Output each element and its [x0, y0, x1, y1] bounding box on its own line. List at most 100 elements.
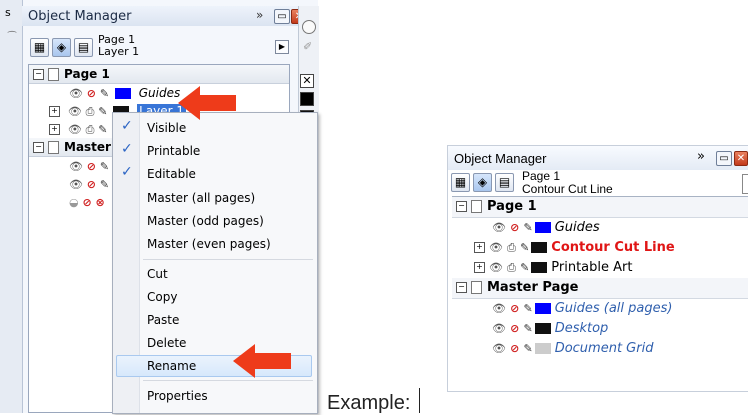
menu-item-master-odd[interactable]: Master (odd pages): [147, 214, 264, 228]
no-color-swatch[interactable]: ✕: [300, 74, 314, 88]
pencil-icon[interactable]: ✎: [523, 342, 532, 355]
menu-item-rename[interactable]: Rename: [147, 359, 196, 373]
menu-item-printable[interactable]: Printable: [147, 144, 200, 158]
eye-icon[interactable]: 👁: [69, 160, 83, 173]
black-swatch[interactable]: [300, 92, 314, 106]
menu-item-master-all[interactable]: Master (all pages): [147, 191, 255, 205]
layer-color-swatch[interactable]: [534, 323, 551, 334]
eye-icon[interactable]: 👁: [69, 178, 83, 191]
layer-row[interactable]: 👁 ⊘ ✎ Guides: [29, 84, 289, 102]
collapse-toggle-icon[interactable]: −: [456, 282, 467, 293]
pencil-icon[interactable]: ✎: [98, 123, 107, 136]
layer-manager-view-icon[interactable]: ▦: [451, 173, 470, 192]
eye-icon[interactable]: 👁: [492, 322, 506, 335]
printer-icon[interactable]: ⎙: [86, 123, 95, 136]
eye-icon[interactable]: 👁: [68, 105, 82, 118]
layer-row[interactable]: 👁 ⊘ ✎ Desktop: [452, 319, 748, 339]
layer-row[interactable]: + 👁 ⎙ ✎ Printable Art: [452, 258, 748, 278]
panel-titlebar: Object Manager » ▭ ✕: [22, 6, 307, 26]
layer-label: Guides (all pages): [554, 301, 673, 316]
printer-icon[interactable]: ⎙: [507, 261, 516, 274]
expand-toggle-icon[interactable]: +: [49, 106, 60, 117]
menu-item-paste[interactable]: Paste: [147, 313, 179, 327]
red-arrow-icon: [233, 344, 291, 378]
eye-icon[interactable]: 👁: [492, 342, 506, 355]
page-icon: [471, 200, 482, 213]
expand-chevron-icon[interactable]: »: [697, 149, 705, 164]
page-icon: [48, 68, 59, 81]
menu-item-master-even[interactable]: Master (even pages): [147, 237, 271, 251]
layer-color-swatch[interactable]: [114, 88, 131, 99]
expand-toggle-icon[interactable]: +: [474, 242, 485, 253]
pencil-icon[interactable]: ✎: [520, 261, 529, 274]
pencil-icon[interactable]: ✎: [520, 241, 529, 254]
no-print-icon[interactable]: ⊘: [87, 160, 96, 173]
pen-tool-icon[interactable]: ✐: [303, 40, 312, 53]
layer-row[interactable]: + 👁 ⎙ ✎ Contour Cut Line: [452, 238, 748, 258]
pencil-icon[interactable]: ✎: [98, 105, 107, 118]
close-button[interactable]: ✕: [734, 151, 748, 166]
expand-toggle-icon[interactable]: +: [49, 124, 60, 135]
no-print-icon[interactable]: ⊘: [510, 221, 519, 234]
example-layer-tree: − Page 1 👁 ⊘ ✎ Guides + 👁 ⎙ ✎ Contour Cut Line…: [452, 196, 748, 387]
menu-item-editable[interactable]: Editable: [147, 167, 196, 181]
collapse-toggle-icon[interactable]: −: [33, 142, 44, 153]
pencil-icon[interactable]: ✎: [100, 178, 109, 191]
pencil-icon[interactable]: ✎: [100, 87, 109, 100]
layer-color-swatch[interactable]: [531, 262, 548, 273]
minimize-button[interactable]: ▭: [716, 151, 732, 166]
minimize-button[interactable]: ▭: [274, 9, 290, 24]
layer-color-swatch[interactable]: [534, 303, 551, 314]
eye-icon[interactable]: 👁: [492, 221, 506, 234]
collapse-toggle-icon[interactable]: −: [456, 201, 467, 212]
eye-icon[interactable]: 👁: [69, 87, 83, 100]
group-label: Page 1: [64, 67, 110, 81]
pencil-icon[interactable]: ✎: [100, 160, 109, 173]
page-nav-arrow-icon[interactable]: ▶: [275, 40, 289, 54]
eye-icon[interactable]: 👁: [492, 302, 506, 315]
no-print-icon[interactable]: ⊘: [87, 87, 96, 100]
menu-item-copy[interactable]: Copy: [147, 290, 177, 304]
current-layer-label: Layer 1: [98, 45, 140, 58]
edit-across-layers-icon[interactable]: ◈: [473, 173, 492, 192]
pencil-icon[interactable]: ✎: [523, 221, 532, 234]
hidden-eye-icon[interactable]: ◒: [69, 196, 79, 209]
menu-item-delete[interactable]: Delete: [147, 336, 186, 350]
menu-item-properties[interactable]: Properties: [147, 389, 208, 403]
group-row-page1[interactable]: − Page 1: [29, 65, 289, 84]
layer-row[interactable]: 👁 ⊘ ✎ Guides (all pages): [452, 299, 748, 319]
group-row[interactable]: − Master Page: [452, 278, 748, 299]
edit-across-layers-icon[interactable]: ◈: [52, 38, 71, 57]
layer-manager-view-icon[interactable]: ▦: [30, 38, 49, 57]
pencil-icon[interactable]: ✎: [523, 322, 532, 335]
scroll-circle-icon[interactable]: [302, 20, 316, 34]
eye-icon[interactable]: 👁: [68, 123, 82, 136]
no-print-icon[interactable]: ⊘: [510, 322, 519, 335]
collapse-toggle-icon[interactable]: −: [33, 69, 44, 80]
menu-item-cut[interactable]: Cut: [147, 267, 168, 281]
layer-color-swatch[interactable]: [534, 222, 551, 233]
menu-item-visible[interactable]: Visible: [147, 121, 186, 135]
layer-row[interactable]: 👁 ⊘ ✎ Guides: [452, 218, 748, 238]
expand-toggle-icon[interactable]: +: [474, 262, 485, 273]
layer-label: Desktop: [554, 321, 609, 336]
no-edit-icon[interactable]: ⊗: [95, 196, 104, 209]
eye-icon[interactable]: 👁: [489, 261, 503, 274]
printer-icon[interactable]: ⎙: [507, 241, 516, 254]
group-row[interactable]: − Page 1: [452, 197, 748, 218]
layer-properties-icon[interactable]: ▤: [74, 38, 93, 57]
no-print-icon[interactable]: ⊘: [510, 302, 519, 315]
expand-chevron-icon[interactable]: »: [256, 8, 263, 22]
no-print-icon[interactable]: ⊘: [510, 342, 519, 355]
layer-properties-icon[interactable]: ▤: [495, 173, 514, 192]
eye-icon[interactable]: 👁: [489, 241, 503, 254]
layer-row[interactable]: 👁 ⊘ ✎ Document Grid: [452, 339, 748, 359]
layer-color-swatch[interactable]: [531, 242, 548, 253]
printer-icon[interactable]: ⎙: [86, 105, 95, 118]
no-print-icon[interactable]: ⊘: [87, 178, 96, 191]
page-nav-button[interactable]: [742, 174, 748, 194]
layer-label: Guides: [554, 220, 600, 235]
layer-color-swatch[interactable]: [534, 343, 551, 354]
no-print-icon[interactable]: ⊘: [82, 196, 91, 209]
pencil-icon[interactable]: ✎: [523, 302, 532, 315]
